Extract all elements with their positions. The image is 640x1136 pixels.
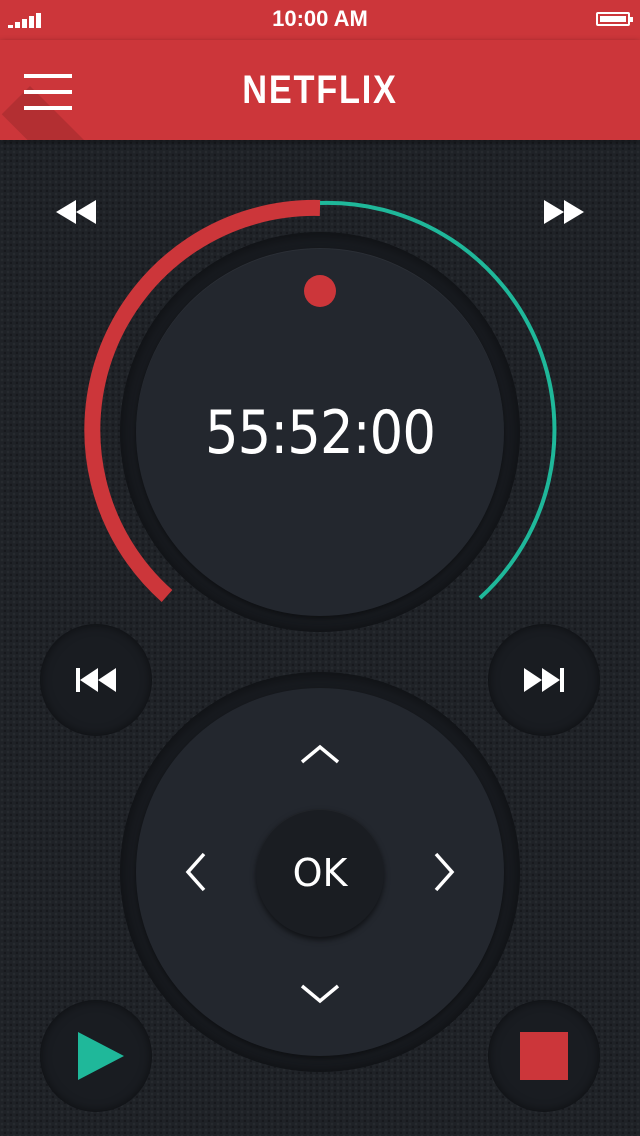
chevron-up-icon xyxy=(300,744,340,764)
down-button[interactable] xyxy=(296,980,344,1008)
skip-previous-button[interactable] xyxy=(40,624,152,736)
fast-forward-icon xyxy=(544,200,584,224)
stop-button[interactable] xyxy=(488,1000,600,1112)
timer-face: 55:52:00 xyxy=(136,248,504,616)
timer-display: 55:52:00 xyxy=(204,398,436,468)
rewind-button[interactable] xyxy=(54,196,98,228)
chevron-left-icon xyxy=(185,852,206,892)
dpad-face: OK xyxy=(136,688,504,1056)
stop-icon xyxy=(520,1032,568,1080)
chevron-down-icon xyxy=(300,984,340,1004)
skip-next-icon xyxy=(524,668,564,692)
play-button[interactable] xyxy=(40,1000,152,1112)
record-dot-icon xyxy=(304,275,336,307)
left-button[interactable] xyxy=(180,850,210,894)
fast-forward-button[interactable] xyxy=(542,196,586,228)
right-button[interactable] xyxy=(430,850,460,894)
chevron-right-icon xyxy=(434,852,455,892)
skip-next-button[interactable] xyxy=(488,624,600,736)
dpad: OK xyxy=(120,672,520,1072)
skip-previous-icon xyxy=(76,668,116,692)
rewind-icon xyxy=(56,200,96,224)
ok-button[interactable]: OK xyxy=(256,809,384,937)
timer-dial: 55:52:00 xyxy=(120,232,520,632)
up-button[interactable] xyxy=(296,742,344,770)
play-icon xyxy=(78,1032,124,1080)
